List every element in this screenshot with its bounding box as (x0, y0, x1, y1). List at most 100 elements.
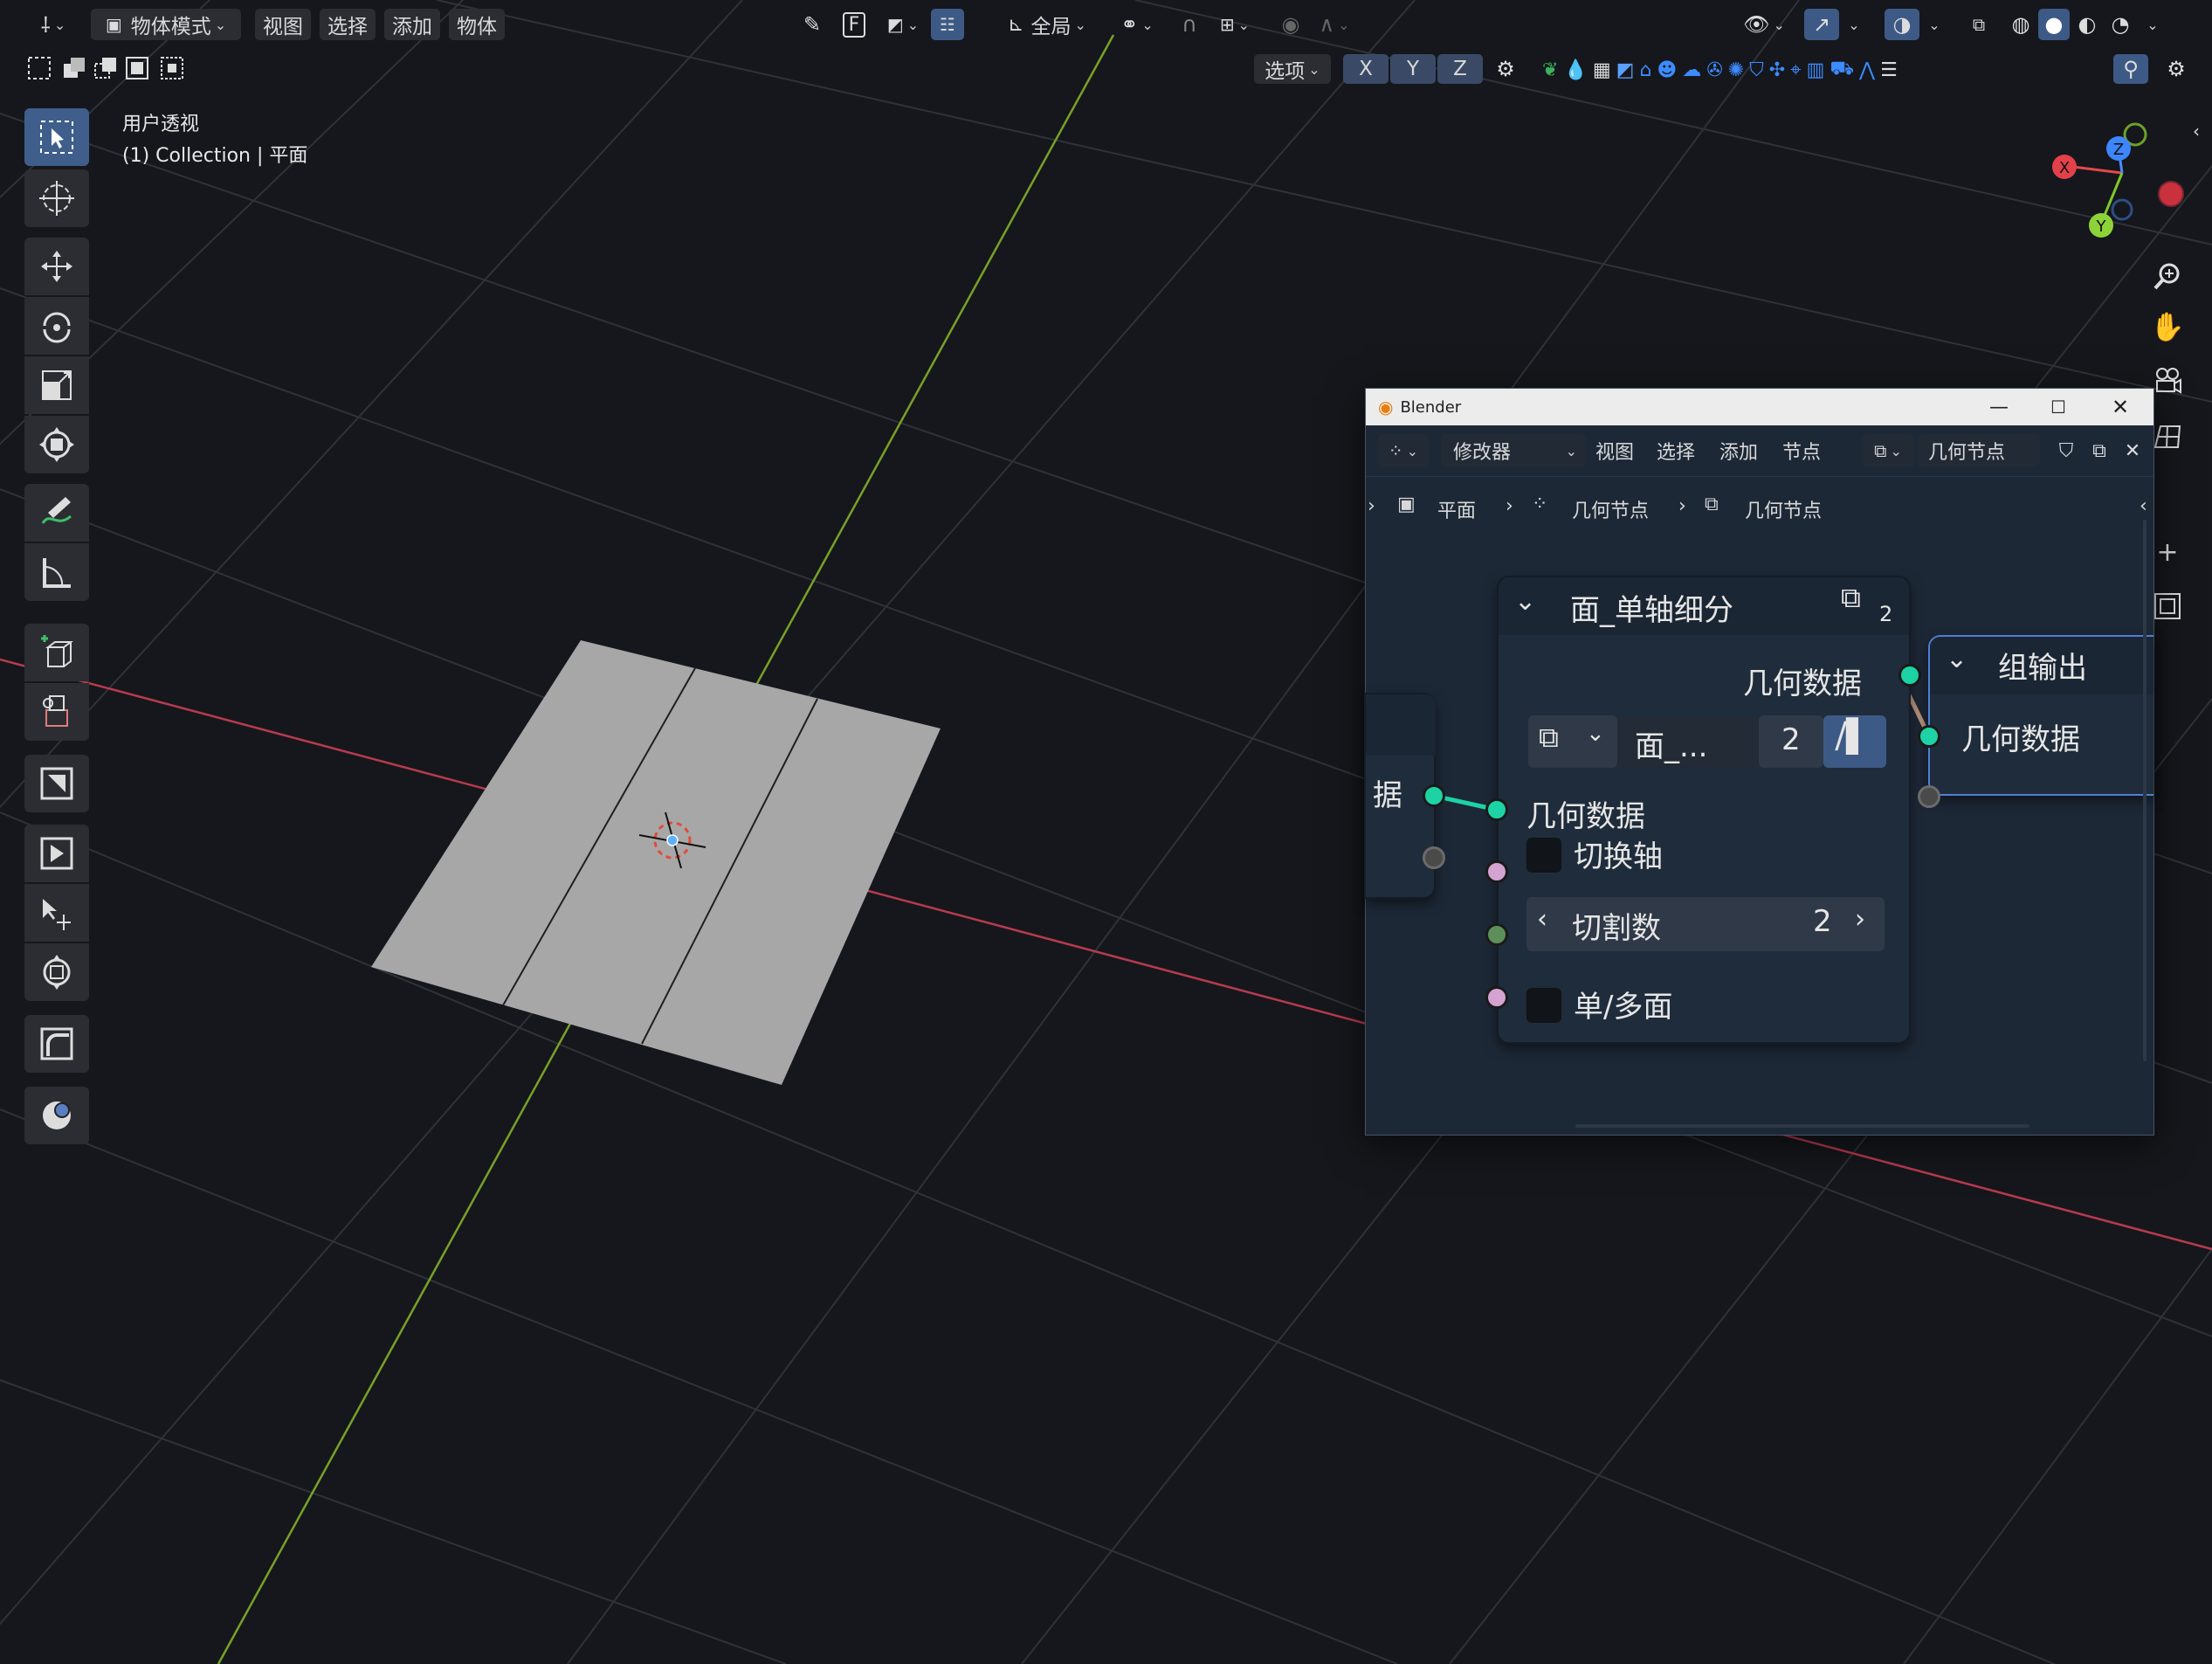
collapse-chevron-icon[interactable]: ⌄ (1514, 586, 1536, 617)
pivot-dropdown[interactable]: ⚭ ⌄ (1111, 9, 1163, 40)
select-subtract-icon[interactable] (91, 52, 121, 84)
sidebar-toggle-icon[interactable]: ‹ (2183, 114, 2209, 148)
grid-view-icon[interactable] (2150, 419, 2185, 454)
increment-arrow-icon[interactable]: › (1855, 904, 1865, 935)
tool-add-cube[interactable] (24, 624, 89, 681)
gizmo-dropdown[interactable]: ⌄ (1841, 9, 1864, 40)
options-dropdown[interactable]: 选项 ⌄ (1254, 54, 1331, 84)
group-output-node[interactable]: ⌄ 组输出 几何数据 (1928, 635, 2153, 796)
tool-loop-cut[interactable] (24, 825, 89, 882)
frame-icon[interactable] (2150, 589, 2185, 624)
xray-toggle-icon[interactable]: ⧉ (1961, 9, 1996, 40)
building-icon[interactable]: ▥ (1807, 59, 1825, 81)
tool-scale[interactable] (24, 356, 89, 414)
fake-user-toggle[interactable]: ⧸▌ (1823, 715, 1886, 768)
select-extend-icon[interactable] (59, 52, 89, 84)
tool-spin[interactable] (24, 943, 89, 1001)
filter-settings-gear-icon[interactable]: ⚙ (2160, 54, 2192, 84)
proportional-falloff-icon[interactable]: ∧ ⌄ (1310, 9, 1359, 40)
vertical-scrollbar[interactable] (2143, 520, 2147, 1061)
subdivide-group-node[interactable]: ⌄ 面_单轴细分 ⧉ 2 几何数据 ⧉ ⌄ 面_... 2 ⧸▌ 几何数据 切换… (1497, 576, 1911, 1044)
menu-select[interactable]: 选择 (320, 9, 376, 40)
tool-rotate[interactable] (24, 297, 89, 355)
tool-measure[interactable] (24, 543, 89, 601)
texture-icon[interactable]: ◩ (1616, 59, 1635, 81)
group-output-geometry-socket[interactable] (1918, 725, 1940, 748)
tool-shrink[interactable] (24, 1087, 89, 1144)
neg-x-icon[interactable] (2158, 181, 2184, 207)
mode-dropdown[interactable]: ▣ 物体模式 ⌄ (91, 9, 241, 40)
snap-target-dropdown[interactable]: ⊞ ⌄ (1210, 9, 1259, 40)
group-output-virtual-socket[interactable] (1918, 785, 1940, 808)
visibility-dropdown[interactable]: 👁 ⌄ (1738, 9, 1790, 40)
falloff-dropdown[interactable]: ◩ ⌄ (877, 9, 929, 40)
tool-shear[interactable] (24, 1015, 89, 1073)
settings-gear-icon[interactable]: ⚙ (1488, 54, 1523, 84)
list-icon[interactable]: ☰ (1880, 59, 1898, 81)
snap-icon[interactable]: ∩ (1172, 9, 1207, 40)
editor-type-button[interactable]: ⸸ ⌄ (30, 9, 77, 40)
select-new-icon[interactable] (24, 52, 54, 84)
mirror-z-button[interactable]: Z (1437, 54, 1483, 84)
film-icon[interactable]: ✇ (1706, 59, 1722, 81)
brush-icon[interactable]: ⌖ (1790, 59, 1801, 81)
cloud-icon[interactable]: ☁ (1682, 59, 1701, 81)
gizmo-toggle-icon[interactable]: ↗ (1804, 9, 1839, 40)
add-icon[interactable]: + (2150, 535, 2185, 570)
road-icon[interactable]: ⋀ (1859, 59, 1875, 81)
image-icon[interactable]: ▦ (1593, 59, 1611, 81)
decrement-arrow-icon[interactable]: ‹ (1537, 904, 1547, 935)
drop-icon[interactable]: 💧 (1563, 59, 1587, 81)
hierarchy-toggle-icon[interactable]: ☷ (931, 9, 964, 40)
group-input-geometry-socket[interactable] (1423, 784, 1445, 807)
overlay-dropdown[interactable]: ⌄ (1921, 9, 1944, 40)
person-icon[interactable]: ☻ (1657, 59, 1677, 81)
group-node-geometry-output-socket[interactable] (1898, 664, 1921, 687)
filter-icon[interactable]: ⚲ (2113, 54, 2148, 84)
bath-icon[interactable]: ⌂ (1639, 59, 1651, 81)
shading-dropdown[interactable]: ⌄ (2138, 9, 2164, 40)
menu-add[interactable]: 添加 (384, 9, 440, 40)
node-editor-window[interactable]: ◉ Blender — ☐ ✕ ⁘ ⌄ 修改器 ⌄ 视图 选择 添加 节点 ⧉ ⌄ … (1364, 388, 2154, 1136)
pan-hand-icon[interactable]: ✋ (2150, 309, 2185, 344)
group-node-geometry-input-socket[interactable] (1485, 798, 1508, 821)
snap-letter-button[interactable]: F (837, 9, 872, 40)
switch-axis-input-socket[interactable] (1485, 860, 1508, 883)
horizontal-scrollbar[interactable] (1575, 1124, 2029, 1128)
mirror-y-button[interactable]: Y (1390, 54, 1436, 84)
tool-slide[interactable] (24, 884, 89, 942)
select-invert-icon[interactable] (122, 52, 152, 84)
cuts-input-socket[interactable] (1485, 923, 1508, 946)
select-intersect-icon[interactable] (157, 52, 187, 84)
material-shading-icon[interactable]: ◐ (2071, 9, 2103, 40)
group-selector-dropdown[interactable]: ⧉ ⌄ (1528, 715, 1617, 768)
overlay-toggle-icon[interactable]: ◑ (1885, 9, 1919, 40)
solid-shading-icon[interactable]: ● (2038, 9, 2070, 40)
rendered-shading-icon[interactable]: ◔ (2105, 9, 2136, 40)
group-input-virtual-socket[interactable] (1423, 846, 1445, 869)
wireframe-shading-icon[interactable]: ◍ (2005, 9, 2036, 40)
network-icon[interactable]: ✣ (1769, 59, 1785, 81)
group-name-field[interactable]: 面_... (1617, 715, 1759, 768)
single-multi-checkbox[interactable] (1526, 988, 1561, 1023)
leaf-icon[interactable]: ❦ (1542, 59, 1558, 81)
camera-icon[interactable] (2150, 363, 2185, 398)
cuts-number-field[interactable]: ‹ 切割数 2 › (1526, 897, 1885, 951)
mirror-x-button[interactable]: X (1343, 54, 1389, 84)
tool-cursor[interactable] (24, 169, 89, 227)
group-users-field[interactable]: 2 (1759, 715, 1823, 768)
tool-select-box[interactable] (24, 108, 89, 166)
proportional-edit-icon[interactable]: ◉ (1273, 9, 1308, 40)
eyedropper-icon[interactable]: ✎ (795, 9, 830, 40)
tool-move[interactable] (24, 238, 89, 295)
menu-view[interactable]: 视图 (255, 9, 311, 40)
switch-axis-checkbox[interactable] (1526, 838, 1561, 873)
tool-annotate[interactable] (24, 484, 89, 542)
zoom-icon[interactable] (2150, 259, 2185, 293)
menu-object[interactable]: 物体 (449, 9, 505, 40)
collapse-chevron-icon[interactable]: ⌄ (1946, 644, 1967, 674)
tool-inset[interactable] (24, 755, 89, 812)
neg-y-icon[interactable] (2111, 198, 2133, 221)
transform-orientation-dropdown[interactable]: ⊾ 全局 ⌄ (996, 9, 1099, 40)
tool-extrude[interactable] (24, 683, 89, 741)
